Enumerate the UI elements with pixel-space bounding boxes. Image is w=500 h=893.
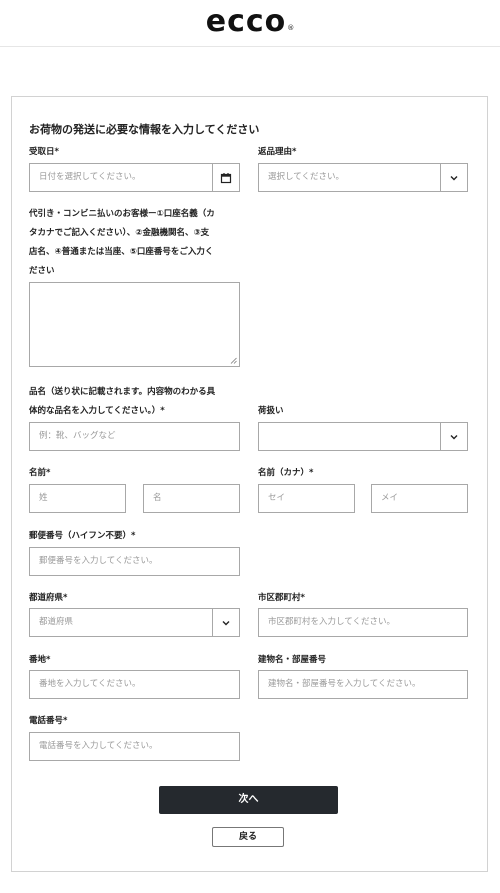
back-button[interactable]: 戻る xyxy=(212,827,284,847)
last-name-placeholder: 姓 xyxy=(39,493,48,503)
last-name-kana-input[interactable]: セイ xyxy=(258,484,355,513)
receipt-date-label: 受取日* xyxy=(29,147,59,157)
city-label: 市区郡町村* xyxy=(258,593,305,603)
first-name-kana-input[interactable]: メイ xyxy=(371,484,468,513)
city-placeholder: 市区郡町村を入力してください。 xyxy=(268,617,395,627)
ecco-logo[interactable]: ecco® xyxy=(0,4,500,40)
address-placeholder: 番地を入力してください。 xyxy=(39,679,141,689)
return-reason-label: 返品理由* xyxy=(258,147,297,157)
prefecture-label: 都道府県* xyxy=(29,593,68,603)
name-kana-label: 名前（カナ）* xyxy=(258,468,314,478)
first-name-placeholder: 名 xyxy=(153,493,162,503)
receipt-date-input[interactable]: 日付を選択してください。 xyxy=(29,163,240,192)
name-label: 名前* xyxy=(29,468,51,478)
chevron-down-icon xyxy=(450,175,458,180)
handling-label: 荷扱い xyxy=(258,406,284,416)
first-name-input[interactable]: 名 xyxy=(143,484,240,513)
building-label: 建物名・部屋番号 xyxy=(258,655,327,665)
item-name-input[interactable]: 例：靴、バッグなど xyxy=(29,422,240,451)
prefecture-placeholder: 都道府県 xyxy=(39,617,74,627)
logo-text: ecco xyxy=(205,4,287,39)
cod-note-line-2: タカナでご記入ください）、②金融機関名、③支 xyxy=(29,228,210,238)
postal-code-input[interactable]: 郵便番号を入力してください。 xyxy=(29,547,240,576)
cod-note-line-4: ださい xyxy=(29,266,55,276)
prefecture-dropdown-button[interactable] xyxy=(212,609,239,636)
postal-code-label: 郵便番号（ハイフン不要）* xyxy=(29,531,136,541)
return-reason-placeholder: 選択してください。 xyxy=(268,172,344,182)
calendar-button[interactable] xyxy=(212,164,239,191)
item-name-placeholder: 例：靴、バッグなど xyxy=(39,431,116,441)
handling-select[interactable] xyxy=(258,422,468,451)
return-reason-select[interactable]: 選択してください。 xyxy=(258,163,468,192)
prefecture-select[interactable]: 都道府県 xyxy=(29,608,240,637)
phone-input[interactable]: 電話番号を入力してください。 xyxy=(29,732,240,761)
phone-placeholder: 電話番号を入力してください。 xyxy=(39,741,158,751)
building-input[interactable]: 建物名・部屋番号を入力してください。 xyxy=(258,670,468,699)
resize-handle-icon[interactable] xyxy=(230,357,237,364)
cod-account-textarea[interactable] xyxy=(29,282,240,367)
chevron-down-icon xyxy=(222,620,230,625)
city-input[interactable]: 市区郡町村を入力してください。 xyxy=(258,608,468,637)
building-placeholder: 建物名・部屋番号を入力してください。 xyxy=(268,679,421,689)
cod-note-line-3: 店名、④普通または当座、⑤口座番号をご入力く xyxy=(29,247,214,257)
chevron-down-icon xyxy=(450,434,458,439)
calendar-icon xyxy=(220,172,232,183)
next-button[interactable]: 次へ xyxy=(159,786,338,814)
receipt-date-placeholder: 日付を選択してください。 xyxy=(39,172,141,182)
item-name-label-line-1: 品名（送り状に記載されます。内容物のわかる具 xyxy=(29,387,216,397)
cod-note-line-1: 代引き・コンビニ払いのお客様ー①口座名義（カ xyxy=(29,209,215,219)
item-name-label-line-2: 体的な品名を入力してください。）* xyxy=(29,406,165,416)
form-heading: お荷物の発送に必要な情報を入力してください xyxy=(29,123,260,136)
first-name-kana-placeholder: メイ xyxy=(381,493,399,503)
return-reason-dropdown-button[interactable] xyxy=(440,164,467,191)
postal-code-placeholder: 郵便番号を入力してください。 xyxy=(39,556,158,566)
address-input[interactable]: 番地を入力してください。 xyxy=(29,670,240,699)
registered-mark: ® xyxy=(287,24,296,32)
last-name-input[interactable]: 姓 xyxy=(29,484,126,513)
phone-label: 電話番号* xyxy=(29,716,68,726)
header-bar: ecco® xyxy=(0,0,500,47)
handling-dropdown-button[interactable] xyxy=(440,423,467,450)
address-label: 番地* xyxy=(29,655,51,665)
last-name-kana-placeholder: セイ xyxy=(268,493,286,503)
